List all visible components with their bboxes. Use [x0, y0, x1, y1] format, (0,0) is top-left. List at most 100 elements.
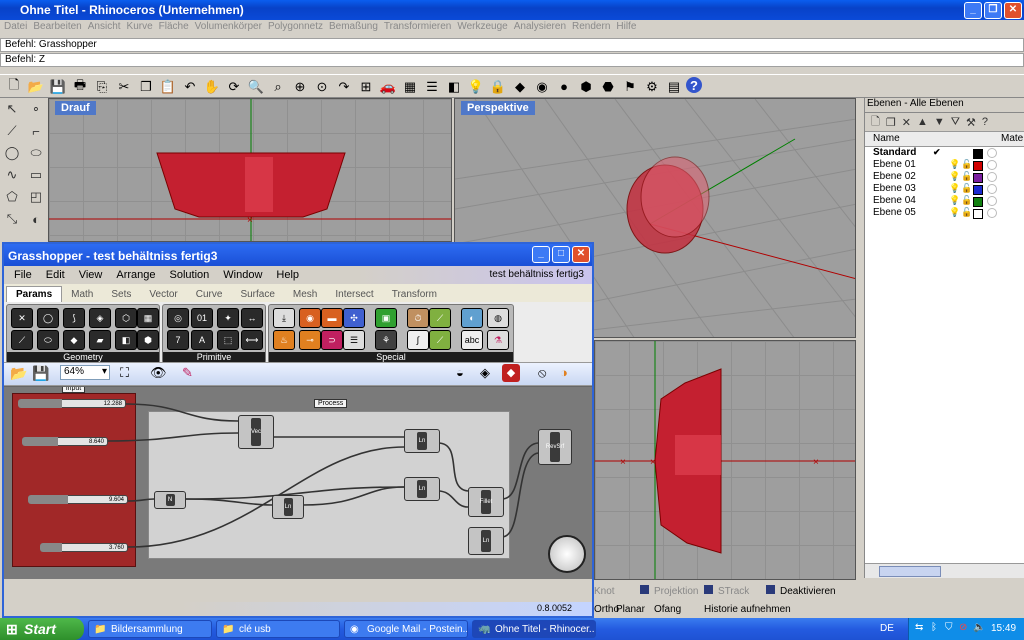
rectangle-icon[interactable]: ▭ — [24, 164, 48, 186]
network-icon[interactable]: ⇆ — [915, 622, 923, 633]
graph-mapper-icon[interactable]: ✣ — [343, 308, 365, 328]
geometry-component-icon[interactable]: ⬭ — [37, 330, 59, 350]
status-projektion[interactable]: Projektion — [654, 586, 698, 597]
tab-vector[interactable]: Vector — [140, 287, 186, 302]
minimize-button[interactable]: _ — [964, 2, 982, 19]
panel-icon[interactable]: ▣ — [375, 308, 397, 328]
lightbulb-icon[interactable]: 💡 — [949, 207, 960, 218]
language-indicator[interactable]: DE — [880, 623, 894, 634]
layer-material-icon[interactable] — [987, 184, 997, 194]
gh-menu-solution[interactable]: Solution — [170, 269, 210, 281]
flag-icon[interactable]: ⚑ — [620, 77, 640, 96]
boolean-icon[interactable]: ◐ — [24, 208, 48, 230]
gh-maximize-button[interactable]: □ — [552, 246, 570, 263]
rotate-view-icon[interactable]: ⟳ — [224, 77, 244, 96]
layers-scrollbar[interactable] — [865, 563, 1024, 578]
knob-icon[interactable]: ⊸ — [299, 330, 321, 350]
tab-mesh[interactable]: Mesh — [284, 287, 326, 302]
rhino-title-bar[interactable]: Ohne Titel - Rhinoceros (Unternehmen) _ … — [0, 0, 1024, 20]
layer-help-icon[interactable]: ? — [982, 116, 988, 128]
pan-icon[interactable]: ✋ — [202, 77, 222, 96]
layer-material-icon[interactable] — [987, 160, 997, 170]
number-slider[interactable]: 8.640 — [22, 437, 108, 446]
shaded-preview-icon[interactable]: ◆ — [502, 364, 520, 382]
geometry-component-icon[interactable]: ⟆ — [63, 308, 85, 328]
selection-icon[interactable]: ⦸ — [538, 365, 546, 381]
layer-material-icon[interactable] — [987, 172, 997, 182]
lightbulb-icon[interactable]: 💡 — [466, 77, 486, 96]
open-folder-icon[interactable]: 📂 — [10, 365, 27, 382]
unlock-icon[interactable]: 🔓 — [961, 195, 972, 206]
layer-material-icon[interactable] — [987, 148, 997, 158]
point-icon[interactable]: ∘ — [24, 98, 48, 120]
number-slider[interactable]: 3.760 — [40, 543, 128, 552]
grasshopper-window[interactable]: Grasshopper - test behältniss fertig3 _ … — [2, 242, 594, 618]
gh-menu-window[interactable]: Window — [223, 269, 262, 281]
unlock-icon[interactable]: 🔓 — [961, 207, 972, 218]
box-icon[interactable]: ◰ — [24, 186, 48, 208]
menu-bearbeiten[interactable]: Bearbeiten — [33, 20, 87, 36]
menu-ansicht[interactable]: Ansicht — [88, 20, 127, 36]
line-component[interactable]: Ln — [272, 495, 304, 519]
layer-row[interactable]: Ebene 03 💡 🔓 — [865, 183, 1024, 195]
revolve-component[interactable]: RevSrf — [538, 429, 572, 465]
copy-icon[interactable]: ⎘ — [92, 77, 112, 96]
layer-color-swatch[interactable] — [973, 197, 983, 207]
menu-transformieren[interactable]: Transformieren — [384, 20, 457, 36]
curve-graph-icon[interactable]: ∫ — [407, 330, 429, 350]
command-prompt[interactable]: Befehl: Z — [0, 53, 1024, 67]
layers-icon[interactable]: ☰ — [422, 77, 442, 96]
sphere-icon[interactable]: ● — [554, 77, 574, 96]
zoom-selected-icon[interactable]: ⊙ — [312, 77, 332, 96]
ellipse-icon[interactable]: ⬭ — [24, 142, 48, 164]
zoom-select[interactable]: 64% ▾ — [60, 365, 110, 380]
preview-icon[interactable]: ◍ — [487, 308, 509, 328]
taskbar-item-bildersammlung[interactable]: 📁 Bildersammlung — [88, 620, 212, 638]
tab-intersect[interactable]: Intersect — [326, 287, 382, 302]
polygon-icon[interactable]: ⬠ — [0, 186, 24, 208]
maximize-button[interactable]: ❐ — [984, 2, 1002, 19]
gradient-icon[interactable]: ▬ — [321, 308, 343, 328]
geometry-component-icon[interactable]: ◆ — [63, 330, 85, 350]
redo-view-icon[interactable]: ↷ — [334, 77, 354, 96]
antivirus-icon[interactable]: ⊘ — [959, 622, 967, 633]
text-tag-icon[interactable]: abc — [461, 330, 483, 350]
viewport-label-top[interactable]: Drauf — [55, 101, 96, 115]
menu-werkzeuge[interactable]: Werkzeuge — [457, 20, 513, 36]
tab-surface[interactable]: Surface — [231, 287, 283, 302]
layer-color-swatch[interactable] — [973, 149, 983, 159]
copy-clip-icon[interactable]: ❐ — [136, 77, 156, 96]
transform-icon[interactable]: ⤡ — [0, 208, 24, 230]
filter-icon[interactable]: ⛛ — [951, 116, 960, 129]
status-knot[interactable]: Knot — [594, 586, 615, 597]
chart-icon[interactable]: ⟋ — [429, 330, 451, 350]
taskbar-item-google-mail[interactable]: ◉ Google Mail - Postein... — [344, 620, 468, 638]
clock[interactable]: 15:49 — [991, 623, 1016, 634]
primitive-component-icon[interactable]: 01 — [191, 308, 213, 328]
line-icon[interactable]: ⟋ — [0, 120, 24, 142]
number-slider[interactable]: 12.288 — [18, 399, 126, 408]
taskbar-item-cle-usb[interactable]: 📁 clé usb — [216, 620, 340, 638]
geometry-component-icon[interactable]: ✕ — [11, 308, 33, 328]
lock-icon[interactable]: 🔒 — [488, 77, 508, 96]
viewport-top[interactable]: × Drauf — [48, 98, 452, 242]
geometry-component-icon[interactable]: ▰ — [89, 330, 111, 350]
analysis-icon[interactable]: ⬢ — [576, 77, 596, 96]
gh-menu-help[interactable]: Help — [276, 269, 299, 281]
gh-minimize-button[interactable]: _ — [532, 246, 550, 263]
select-arrow-icon[interactable]: ↖ — [0, 98, 24, 120]
car-icon[interactable]: 🚗 — [378, 77, 398, 96]
menu-flaeche[interactable]: Fläche — [159, 20, 195, 36]
lightbulb-icon[interactable]: 💡 — [949, 183, 960, 194]
unlock-icon[interactable]: 🔓 — [961, 171, 972, 182]
zoom-extents-icon[interactable]: ⊕ — [290, 77, 310, 96]
geometry-component-icon[interactable]: ▦ — [137, 308, 159, 328]
taskbar-item-rhino[interactable]: 🦏 Ohne Titel - Rhinocer... — [472, 620, 596, 638]
menu-rendern[interactable]: Rendern — [572, 20, 616, 36]
layer-color-swatch[interactable] — [973, 161, 983, 171]
lightbulb-icon[interactable]: 💡 — [949, 159, 960, 170]
print-icon[interactable]: 🖶 — [70, 77, 90, 96]
security-shield-icon[interactable]: ⛉ — [945, 622, 953, 633]
col-material[interactable]: Mate — [1001, 133, 1023, 144]
menu-polygonnetz[interactable]: Polygonnetz — [268, 20, 329, 36]
